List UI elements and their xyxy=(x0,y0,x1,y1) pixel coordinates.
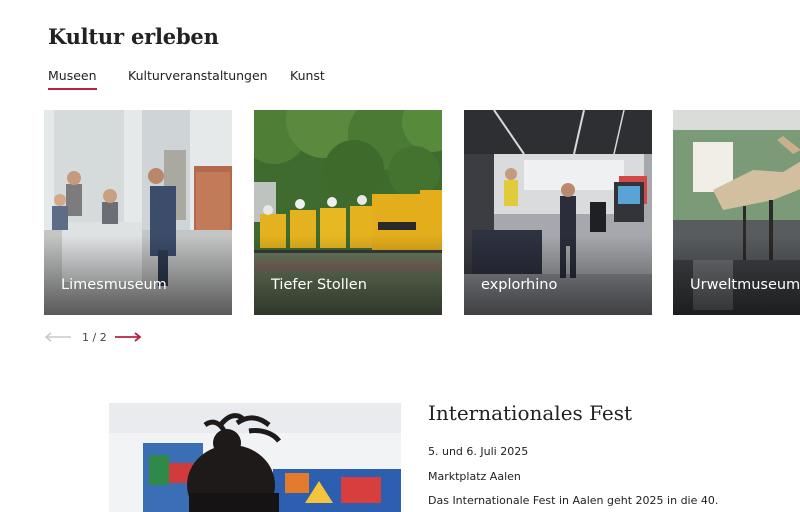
card-label: Tiefer Stollen xyxy=(271,277,367,293)
card-tiefer-stollen[interactable]: Tiefer Stollen xyxy=(254,110,442,315)
card-label: Urweltmuseum xyxy=(690,277,800,293)
card-limesmuseum[interactable]: Limesmuseum xyxy=(44,110,232,315)
tab-kulturveranstaltungen[interactable]: Kulturveranstaltungen xyxy=(128,68,268,83)
carousel-pager: 1 / 2 xyxy=(44,330,154,346)
page-indicator: 1 / 2 xyxy=(82,331,107,344)
event-location: Marktplatz Aalen xyxy=(428,470,521,483)
event-photo xyxy=(109,403,401,512)
museum-carousel: Limesmuseum Tiefer Stollen explorhino Ur… xyxy=(44,110,800,315)
section-title: Kultur erleben xyxy=(48,24,219,49)
tab-kunst[interactable]: Kunst xyxy=(290,68,325,83)
event-title[interactable]: Internationales Fest xyxy=(428,401,632,425)
card-label: Limesmuseum xyxy=(61,277,167,293)
card-explorhino[interactable]: explorhino xyxy=(464,110,652,315)
event-date: 5. und 6. Juli 2025 xyxy=(428,445,529,458)
event-image[interactable] xyxy=(109,403,401,512)
card-urweltmuseum[interactable]: Urweltmuseum xyxy=(673,110,800,315)
arrow-right-icon[interactable] xyxy=(114,332,142,342)
event-description: Das Internationale Fest in Aalen geht 20… xyxy=(428,494,719,507)
arrow-left-icon[interactable] xyxy=(44,332,72,342)
card-label: explorhino xyxy=(481,277,558,293)
tab-museen[interactable]: Museen xyxy=(48,68,97,90)
